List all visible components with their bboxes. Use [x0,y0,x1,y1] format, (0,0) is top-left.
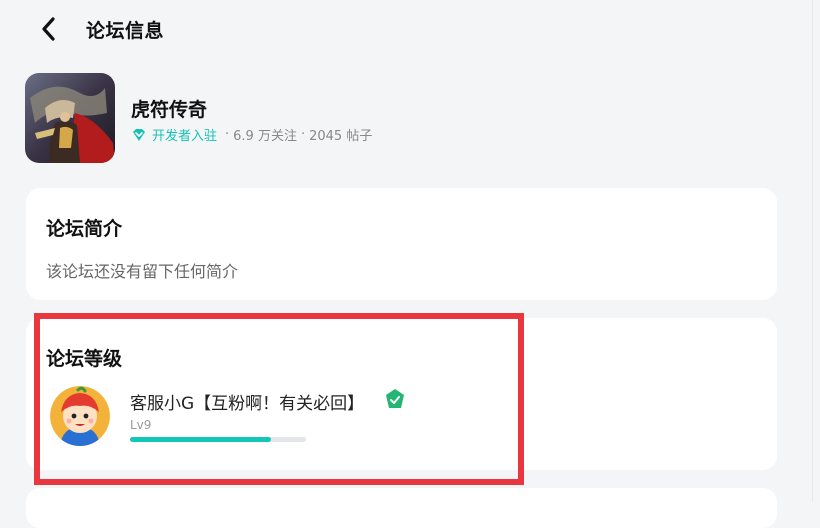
highlight-box [34,313,524,485]
game-cover-image[interactable] [25,73,115,163]
forum-intro-card: 论坛简介 该论坛还没有留下任何简介 [26,188,777,300]
next-card [26,488,777,528]
separator: · [300,127,306,142]
developer-label: 开发者入驻 [152,129,218,144]
intro-text: 该论坛还没有留下任何简介 [46,262,239,281]
verified-heart-icon [133,128,145,141]
page-title: 论坛信息 [86,20,165,42]
header: 论坛信息 [0,0,820,60]
chevron-left-icon[interactable] [34,14,64,44]
followers-count: 6.9 万关注 [233,129,297,144]
game-name: 虎符传奇 [131,99,208,121]
divider [812,0,813,501]
posts-count: 2045 帖子 [309,129,373,144]
intro-title: 论坛简介 [46,218,123,240]
separator: · [225,127,230,142]
game-meta: 开发者入驻 · 6.9 万关注 · 2045 帖子 [131,125,372,144]
